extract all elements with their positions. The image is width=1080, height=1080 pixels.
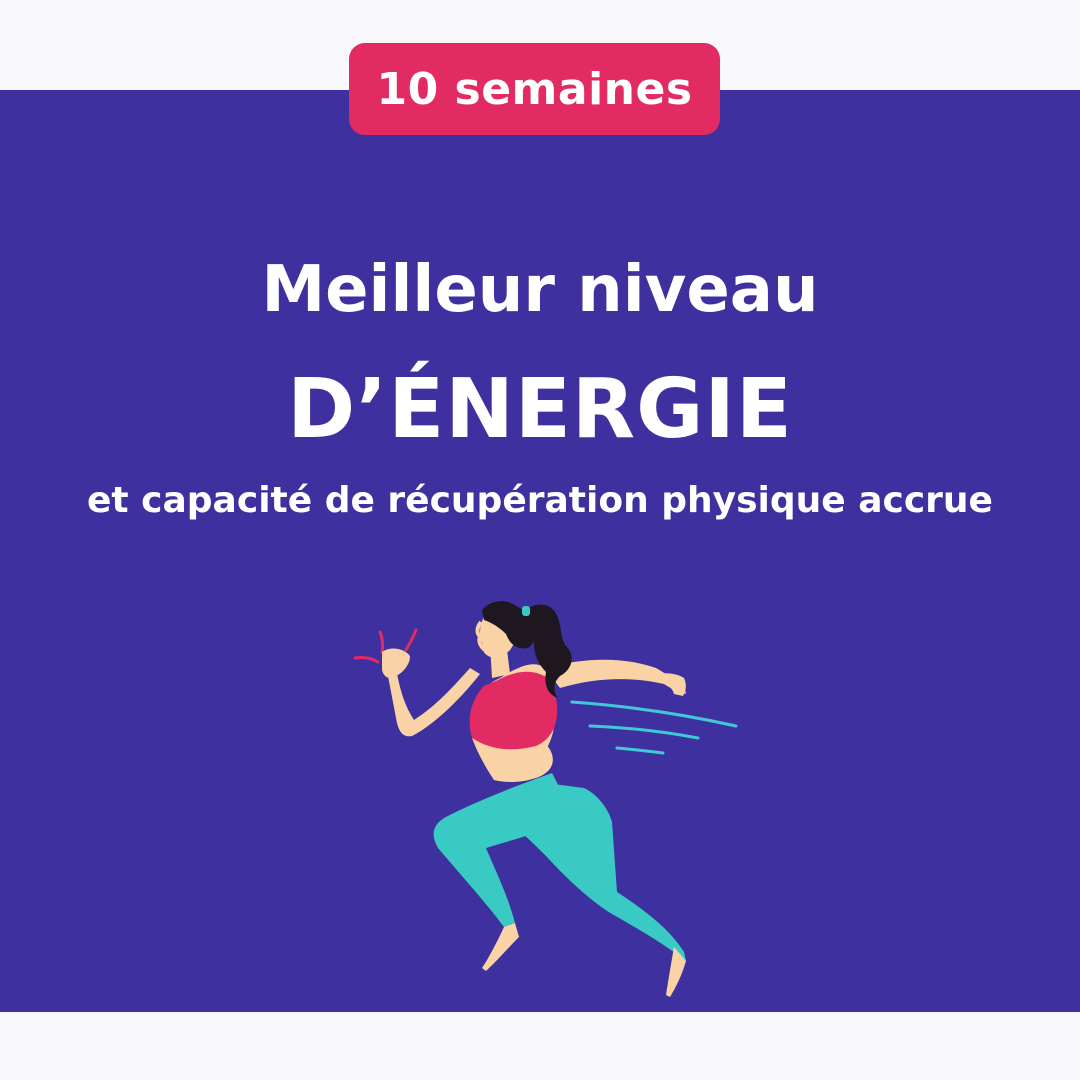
front-foot (482, 923, 519, 971)
back-fist (654, 673, 686, 696)
headline-energy: D’ÉNERGIE (287, 362, 793, 457)
speed-line-3 (615, 746, 665, 755)
motion-mark-right (404, 628, 418, 652)
headline-subtitle: et capacité de récupération physique acc… (87, 480, 993, 521)
speed-line-2 (588, 724, 700, 740)
sports-top (469, 671, 558, 750)
motion-mark-middle (378, 630, 385, 654)
running-woman-illustration (353, 601, 738, 997)
front-fist (382, 648, 410, 678)
motion-mark-left (353, 656, 380, 664)
duration-badge: 10 semaines (349, 43, 720, 135)
hair-tie (522, 606, 530, 616)
headline-top: Meilleur niveau (261, 253, 819, 327)
front-arm (388, 668, 480, 737)
speed-line-1 (570, 700, 738, 728)
